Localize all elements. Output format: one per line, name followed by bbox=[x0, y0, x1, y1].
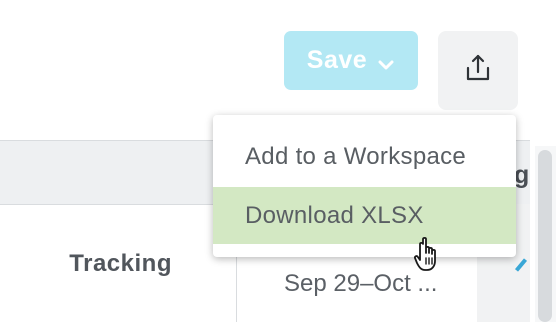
menu-item-label: Download XLSX bbox=[245, 201, 424, 229]
menu-item-add-to-workspace[interactable]: Add to a Workspace bbox=[213, 129, 516, 185]
row-label-tracking: Tracking bbox=[69, 250, 172, 277]
share-upload-icon bbox=[462, 52, 494, 89]
vertical-scrollbar-thumb[interactable] bbox=[538, 150, 552, 322]
save-button-label: Save bbox=[306, 46, 368, 74]
hand-pointer-cursor-icon bbox=[414, 236, 448, 274]
row-label-cell: Tracking bbox=[0, 204, 237, 322]
date-range-text: Sep 29–Oct ... bbox=[284, 270, 438, 297]
chevron-down-icon bbox=[377, 52, 395, 70]
menu-item-download-xlsx[interactable]: Download XLSX bbox=[213, 187, 516, 244]
column-header-partial: g bbox=[514, 161, 530, 189]
share-button[interactable] bbox=[438, 31, 518, 110]
save-dropdown-menu: Add to a Workspace Download XLSX bbox=[213, 115, 516, 257]
menu-item-label: Add to a Workspace bbox=[245, 143, 467, 170]
save-button[interactable]: Save bbox=[284, 31, 418, 90]
